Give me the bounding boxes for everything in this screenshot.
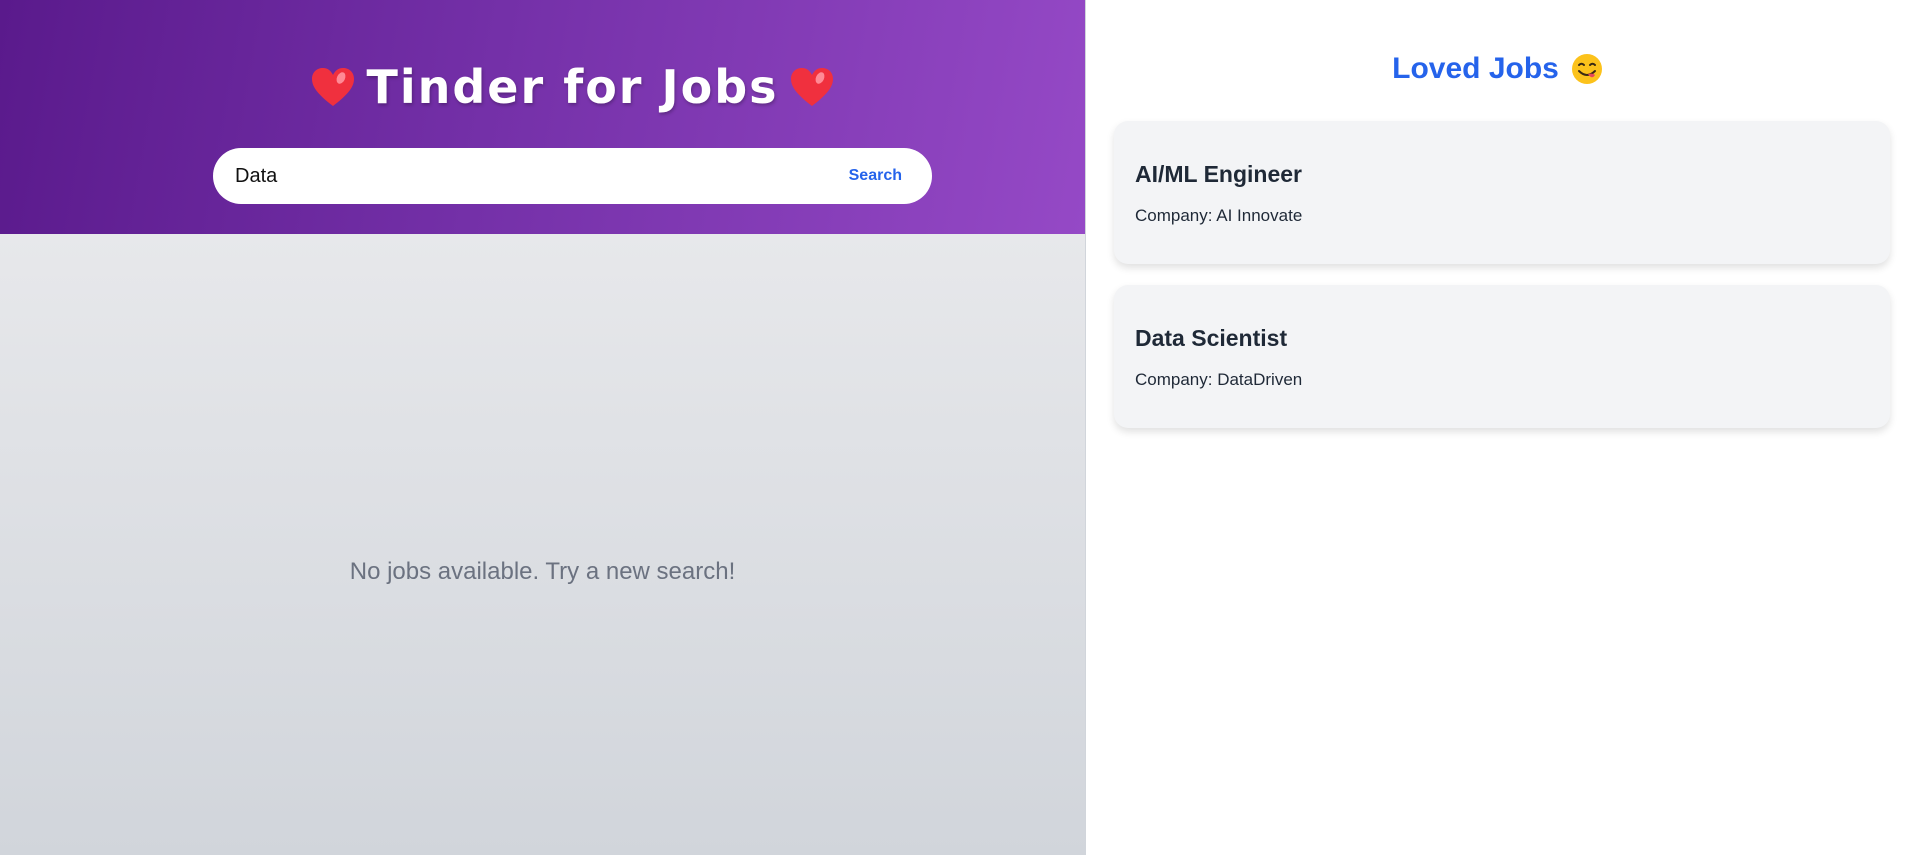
heart-icon (312, 68, 355, 106)
empty-state-message: No jobs available. Try a new search! (349, 558, 736, 585)
face-savoring-food-emoji-icon (1571, 54, 1602, 84)
loved-job-card[interactable]: AI/ML Engineer Company: AI Innovate (1114, 121, 1890, 264)
loved-job-card[interactable]: Data Scientist Company: DataDriven (1114, 285, 1890, 428)
search-button[interactable]: Search (843, 163, 908, 189)
loved-jobs-panel: Loved Jobs AI/ML Engineer Company: AI In… (1086, 0, 1909, 855)
search-bar: Search (213, 148, 932, 204)
job-card-deck: No jobs available. Try a new search! (0, 234, 1085, 855)
app-header: Tinder for Jobs Search (0, 0, 1085, 234)
heart-icon (790, 68, 833, 106)
job-title: Data Scientist (1135, 325, 1288, 351)
loved-jobs-heading: Loved Jobs (1086, 52, 1909, 86)
job-title: AI/ML Engineer (1135, 161, 1302, 187)
job-company: Company: DataDriven (1135, 370, 1303, 389)
loved-jobs-title: Loved Jobs (1392, 52, 1559, 85)
job-swipe-panel: Tinder for Jobs Search No jobs available… (0, 0, 1085, 855)
search-input[interactable] (235, 164, 843, 188)
app-title-text: Tinder for Jobs (366, 60, 779, 114)
job-company: Company: AI Innovate (1135, 206, 1303, 225)
app-title: Tinder for Jobs (0, 60, 1145, 114)
